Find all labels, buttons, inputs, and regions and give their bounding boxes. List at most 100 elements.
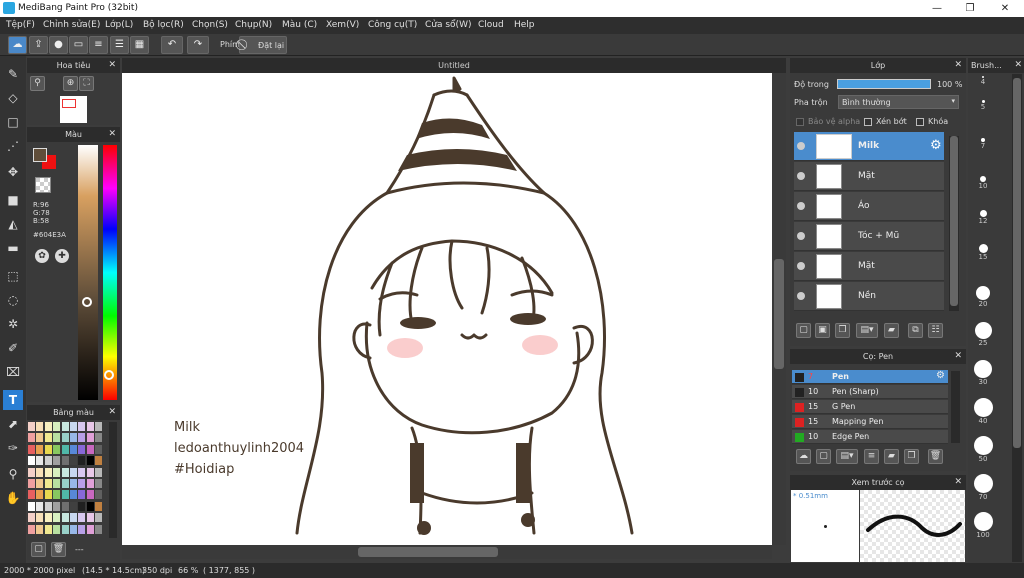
hue-bar[interactable] — [103, 145, 117, 400]
close-icon[interactable]: ✕ — [954, 58, 962, 73]
palette-swatch[interactable] — [36, 490, 44, 500]
share-icon[interactable]: ⇪ — [29, 36, 48, 54]
palette-swatch[interactable] — [53, 490, 61, 500]
operation-tool-icon[interactable]: ⬈ — [3, 414, 23, 434]
palette-swatch[interactable] — [28, 490, 35, 500]
brush-size-item[interactable]: 10 — [972, 176, 994, 190]
new-brush-icon[interactable]: ▢ — [816, 449, 831, 464]
close-icon[interactable]: ✕ — [954, 349, 962, 364]
palette-swatch[interactable] — [28, 467, 35, 477]
palette-swatch[interactable] — [36, 456, 44, 466]
redo-icon[interactable]: ↷ — [187, 36, 209, 54]
close-icon[interactable]: ✕ — [954, 475, 962, 490]
select-eraser-tool-icon[interactable]: ⌧ — [3, 362, 23, 382]
palette-swatch[interactable] — [95, 490, 103, 500]
palette-swatch[interactable] — [86, 456, 94, 466]
palette-swatch[interactable] — [95, 479, 103, 488]
brush-size-item[interactable]: 7 — [972, 138, 994, 150]
zoom-out-icon[interactable]: ⚲ — [30, 76, 45, 91]
palette-swatch[interactable] — [86, 444, 94, 454]
brush-scrollbar[interactable] — [951, 371, 960, 443]
palette-wheel-icon[interactable]: ✿ — [35, 249, 49, 263]
menu-capture[interactable]: Chụp(N) — [235, 20, 272, 30]
close-icon[interactable]: ✕ — [108, 127, 116, 142]
close-icon[interactable]: ✕ — [108, 58, 116, 73]
eye-icon[interactable] — [797, 142, 805, 150]
palette-swatch[interactable] — [78, 422, 86, 431]
brush-size-item[interactable]: 5 — [972, 100, 994, 111]
fit-icon[interactable]: ⛶ — [79, 76, 94, 91]
palette-swatch[interactable] — [36, 467, 44, 477]
palette-swatch[interactable] — [36, 433, 44, 443]
palette-swatch[interactable] — [70, 444, 77, 454]
comment-icon[interactable]: ● — [49, 36, 68, 54]
brush-size-item[interactable]: 20 — [972, 286, 994, 308]
palette-swatch[interactable] — [95, 467, 103, 477]
palette-swatch[interactable] — [36, 479, 44, 488]
brush-doc-icon[interactable]: ≡ — [864, 449, 879, 464]
canvas-vertical-scrollbar[interactable] — [772, 73, 786, 545]
blend-select[interactable]: Bình thường ▾ — [838, 95, 959, 109]
palette-swatch[interactable] — [36, 513, 44, 523]
brush-copy-icon[interactable]: ❐ — [904, 449, 919, 464]
layer-item[interactable]: Áo — [794, 192, 944, 221]
palette-swatch[interactable] — [36, 444, 44, 454]
palette-swatch[interactable] — [61, 422, 69, 431]
menu-view[interactable]: Xem(V) — [326, 20, 359, 30]
palette-swatch[interactable] — [53, 501, 61, 511]
palette-swatch[interactable] — [70, 513, 77, 523]
shape-tool-icon[interactable]: □ — [3, 112, 23, 132]
palette-swatch[interactable] — [86, 501, 94, 511]
hue-handle[interactable] — [104, 370, 114, 380]
palette-swatch[interactable] — [44, 501, 52, 511]
main-color-swatch[interactable] — [33, 148, 47, 162]
blur-tool-icon[interactable]: ✑ — [3, 438, 23, 458]
brush-size-item[interactable]: 70 — [972, 474, 994, 501]
palette-swatch[interactable] — [78, 479, 86, 488]
value-handle[interactable] — [82, 297, 92, 307]
document-icon[interactable]: ≡ — [89, 36, 108, 54]
opacity-slider[interactable] — [837, 79, 931, 89]
canvas[interactable]: Milk ledoanthuylinh2004 #Hoidiap — [122, 73, 772, 545]
palette-swatch[interactable] — [61, 479, 69, 488]
layer-item[interactable]: Mặt — [794, 252, 944, 281]
brush-size-item[interactable]: 25 — [972, 322, 994, 347]
palette-swatch[interactable] — [28, 479, 35, 488]
dot-brush-tool-icon[interactable]: ⋰ — [3, 136, 23, 156]
settings-icon[interactable]: ☷ — [928, 323, 943, 338]
transparent-swatch[interactable] — [35, 177, 51, 193]
palette-swatch[interactable] — [86, 422, 94, 431]
canvas-tab[interactable]: Untitled — [122, 58, 786, 73]
palette-swatch[interactable] — [53, 524, 61, 534]
menu-help[interactable]: Help — [514, 20, 535, 30]
palette-swatch[interactable] — [86, 479, 94, 488]
trash-icon[interactable]: 🗑 — [928, 449, 943, 464]
brush-size-item[interactable]: 30 — [972, 360, 994, 386]
hand-tool-icon[interactable]: ✋ — [3, 488, 23, 508]
new-layer-alt-icon[interactable]: ▣ — [815, 323, 830, 338]
layer-item[interactable]: Nền — [794, 282, 944, 311]
eye-icon[interactable] — [797, 262, 805, 270]
brush-cloud-icon[interactable]: ☁ — [796, 449, 811, 464]
palette-swatch[interactable] — [28, 513, 35, 523]
layer-item[interactable]: Tóc + Mũ — [794, 222, 944, 251]
menu-select[interactable]: Chọn(S) — [192, 20, 228, 30]
menu-filter[interactable]: Bộ lọc(R) — [143, 20, 184, 30]
brush-folder-icon[interactable]: ▰ — [884, 449, 899, 464]
brush-size-item[interactable]: 100 — [972, 512, 994, 539]
eye-icon[interactable] — [797, 232, 805, 240]
palette-swatch[interactable] — [78, 444, 86, 454]
canvas-horizontal-scrollbar[interactable] — [122, 545, 772, 559]
close-icon[interactable]: ✕ — [1014, 58, 1022, 73]
palette-swatch[interactable] — [61, 467, 69, 477]
select-pen-tool-icon[interactable]: ✐ — [3, 338, 23, 358]
undo-icon[interactable]: ↶ — [161, 36, 183, 54]
palette-scrollbar[interactable] — [109, 422, 117, 538]
palette-swatches[interactable] — [28, 422, 104, 538]
message-icon[interactable]: ▭ — [69, 36, 88, 54]
palette-swatch[interactable] — [28, 433, 35, 443]
layer-item[interactable]: Milk ⚙ — [794, 132, 944, 161]
brush-item[interactable]: 10 Pen (Sharp) — [792, 385, 948, 399]
palette-swatch[interactable] — [70, 433, 77, 443]
palette-swatch[interactable] — [44, 524, 52, 534]
